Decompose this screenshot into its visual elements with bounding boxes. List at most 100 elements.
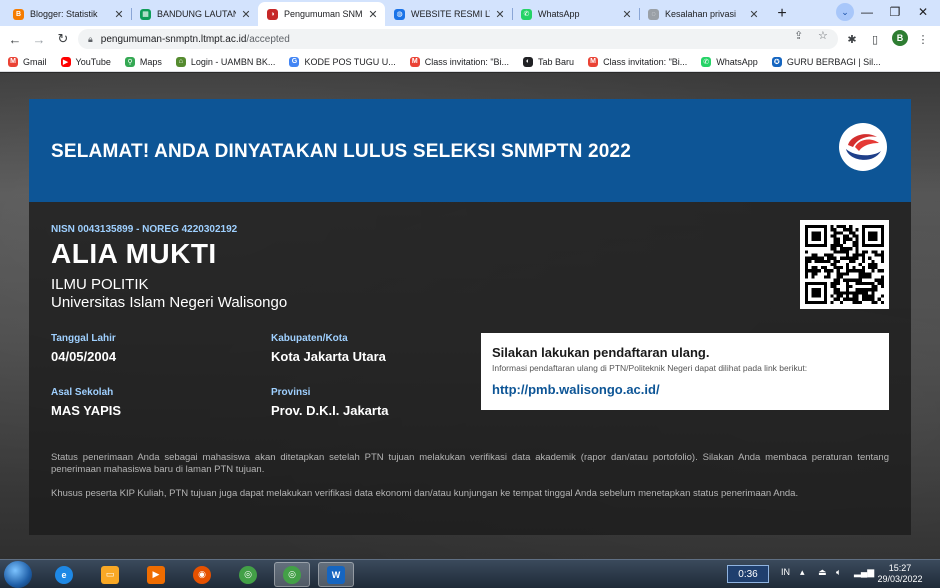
bookmark-label: Class invitation: "Bi...: [424, 56, 510, 67]
bookmark-label: GURU BERBAGI | Sil...: [786, 56, 881, 67]
forward-button[interactable]: →: [30, 30, 48, 48]
start-button[interactable]: [4, 561, 32, 588]
minimize-button[interactable]: —: [856, 2, 878, 22]
media-player-icon: ▶: [147, 565, 165, 584]
registration-heading: Silakan lakukan pendaftaran ulang.: [492, 345, 710, 360]
bookmark-maps[interactable]: ⚲ Maps: [124, 56, 162, 67]
taskbar-chrome[interactable]: ◎: [230, 562, 266, 587]
taskbar-chrome-profile[interactable]: ◎: [274, 562, 310, 587]
tab-kesalahan-privasi[interactable]: ◌ Kesalahan privasi ✕: [639, 2, 766, 26]
bookmark-uambn[interactable]: ⌂ Login - UAMBN BK...: [175, 56, 276, 67]
chrome-profile-icon: ◎: [283, 565, 301, 584]
bookmark-label: Gmail: [23, 56, 47, 67]
taskbar-media-player[interactable]: ▶: [138, 562, 174, 587]
close-icon[interactable]: ✕: [621, 8, 633, 21]
taskbar-firefox[interactable]: ◉: [184, 562, 220, 587]
side-panel-icon[interactable]: ▯: [866, 30, 884, 48]
close-icon[interactable]: ✕: [240, 8, 252, 21]
whatsapp-icon: ✆: [701, 56, 712, 67]
tab-whatsapp[interactable]: ✆ WhatsApp ✕: [512, 2, 639, 26]
menu-dots-icon[interactable]: ⋮: [914, 30, 932, 48]
bookmark-guru-berbagi[interactable]: ✪ GURU BERBAGI | Sil...: [771, 56, 881, 67]
bookmark-label: Login - UAMBN BK...: [190, 56, 276, 67]
taskbar-file-explorer[interactable]: ▭: [92, 562, 128, 587]
bookmark-youtube[interactable]: ▶ YouTube: [60, 56, 111, 67]
bookmark-label: WhatsApp: [716, 56, 758, 67]
announcement-card: SELAMAT! ANDA DINYATAKAN LULUS SELEKSI S…: [29, 99, 911, 535]
bookmark-tab-baru[interactable]: ◐ Tab Baru: [523, 56, 574, 67]
tab-pengumuman-snmptn[interactable]: ◑ Pengumuman SNMP ✕: [258, 2, 385, 26]
banner-title: SELAMAT! ANDA DINYATAKAN LULUS SELEKSI S…: [51, 141, 632, 162]
extensions-icon[interactable]: ✱: [843, 30, 861, 48]
maps-icon: ⚲: [124, 56, 135, 67]
usb-icon[interactable]: ⏏: [818, 567, 827, 578]
close-window-button[interactable]: ✕: [912, 2, 934, 22]
sheets-icon: ▦: [140, 8, 151, 20]
word-icon: W: [327, 565, 345, 584]
language-indicator[interactable]: IN: [781, 567, 790, 577]
youtube-icon: ▶: [60, 56, 71, 67]
bookmark-kode-pos[interactable]: G KODE POS TUGU U...: [289, 56, 396, 67]
tab-search-button[interactable]: ⌄: [836, 3, 854, 21]
result-banner: SELAMAT! ANDA DINYATAKAN LULUS SELEKSI S…: [29, 99, 911, 202]
qr-code: [800, 220, 889, 309]
whatsapp-icon: ✆: [521, 8, 532, 20]
school-value: MAS YAPIS: [51, 403, 122, 418]
city-value: Kota Jakarta Utara: [271, 349, 386, 364]
gmail-icon: M: [409, 56, 420, 67]
tab-title: WhatsApp: [538, 9, 580, 19]
study-program: ILMU POLITIK: [51, 276, 149, 293]
lock-icon[interactable]: 🔒︎: [88, 34, 93, 45]
tab-blogger[interactable]: B Blogger: Statistik ✕: [4, 2, 131, 26]
system-clock[interactable]: 15:27 29/03/2022: [874, 563, 926, 585]
internet-explorer-icon: e: [55, 565, 73, 584]
windows-taskbar: e ▭ ▶ ◉ ◎ ◎ W 0:36 IN ▴ ⏏ 🔈︎ ▂▄▆ 15:27 2…: [0, 559, 940, 588]
uambn-icon: ⌂: [175, 56, 186, 67]
close-icon[interactable]: ✕: [494, 8, 506, 21]
chrome-icon: ◎: [239, 565, 257, 584]
profile-avatar[interactable]: B: [892, 30, 908, 46]
maximize-button[interactable]: ❐: [884, 2, 906, 22]
city-label: Kabupaten/Kota: [271, 333, 348, 344]
taskbar-internet-explorer[interactable]: e: [46, 562, 82, 587]
tab-icon: ◐: [523, 56, 534, 67]
bookmark-star-icon[interactable]: ☆: [818, 29, 828, 42]
tab-website-resmi[interactable]: ◍ WEBSITE RESMI LTM ✕: [385, 2, 512, 26]
bookmark-class-invitation[interactable]: M Class invitation: "Bi...: [409, 56, 510, 67]
taskbar-word[interactable]: W: [318, 562, 354, 587]
tab-bandung-lautan[interactable]: ▦ BANDUNG LAUTAN ✕: [131, 2, 258, 26]
tab-title: Blogger: Statistik: [30, 9, 98, 19]
address-bar[interactable]: 🔒︎ pengumuman-snmptn.ltmpt.ac.id/accepte…: [78, 29, 838, 49]
share-icon[interactable]: ⇪: [794, 29, 803, 42]
clock-date: 29/03/2022: [877, 574, 923, 584]
registration-info-box: Silakan lakukan pendaftaran ulang. Infor…: [481, 333, 889, 410]
bookmark-label: KODE POS TUGU U...: [304, 56, 396, 67]
tab-strip: B Blogger: Statistik ✕ ▦ BANDUNG LAUTAN …: [0, 0, 940, 26]
file-explorer-icon: ▭: [101, 565, 119, 584]
browser-toolbar: ← → ↻ 🔒︎ pengumuman-snmptn.ltmpt.ac.id/a…: [0, 26, 940, 52]
network-signal-icon[interactable]: ▂▄▆: [854, 567, 874, 578]
reload-button[interactable]: ↻: [54, 30, 72, 48]
bookmarks-bar: M Gmail ▶ YouTube ⚲ Maps ⌂ Login - UAMBN BK.…: [0, 52, 940, 72]
timer-display[interactable]: 0:36: [727, 565, 769, 583]
close-icon[interactable]: ✕: [113, 8, 125, 21]
new-tab-button[interactable]: +: [770, 3, 794, 25]
tray-arrow-icon[interactable]: ▴: [800, 567, 805, 578]
tab-title: BANDUNG LAUTAN: [157, 9, 236, 19]
bookmark-class-invitation-2[interactable]: M Class invitation: "Bi...: [588, 56, 687, 67]
bookmark-gmail[interactable]: M Gmail: [8, 56, 47, 67]
close-icon[interactable]: ✕: [367, 8, 379, 21]
registration-link[interactable]: http://pmb.walisongo.ac.id/: [492, 382, 660, 397]
status-note: Status penerimaan Anda sebagai mahasiswa…: [51, 452, 889, 475]
bookmark-whatsapp[interactable]: ✆ WhatsApp: [701, 56, 758, 67]
url-domain: pengumuman-snmptn.ltmpt.ac.id: [100, 33, 247, 45]
back-button[interactable]: ←: [6, 30, 24, 48]
volume-icon[interactable]: 🔈︎: [836, 567, 841, 578]
google-icon: G: [289, 56, 300, 67]
guru-berbagi-icon: ✪: [771, 56, 782, 67]
result-panel: NISN 0043135899 - NOREG 4220302192 ALIA …: [29, 202, 911, 535]
url-path: /accepted: [246, 33, 290, 45]
close-icon[interactable]: ✕: [748, 8, 760, 21]
kip-note: Khusus peserta KIP Kuliah, PTN tujuan ju…: [51, 488, 799, 499]
warning-globe-icon: ◌: [648, 8, 659, 20]
